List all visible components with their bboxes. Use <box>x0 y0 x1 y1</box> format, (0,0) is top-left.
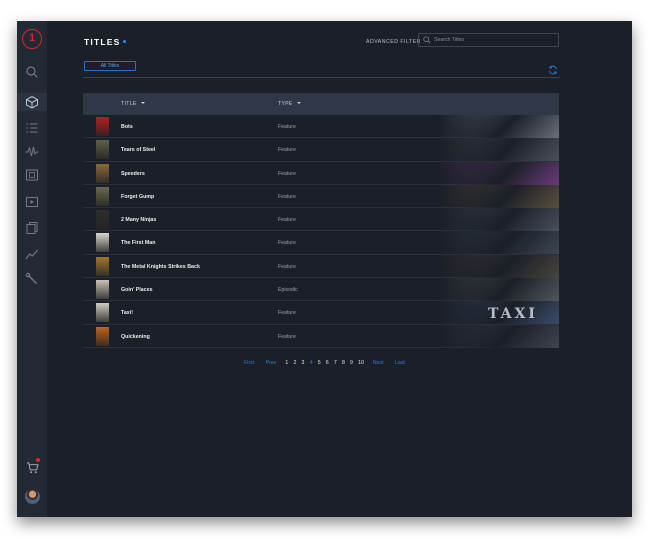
avatar[interactable] <box>25 489 40 504</box>
row-type: Feature <box>278 333 296 340</box>
titles-table: TITLE TYPE Bots Feature Tears of Steel Feat… <box>83 93 559 348</box>
cart-icon[interactable] <box>26 461 39 474</box>
table-header: TITLE TYPE <box>83 93 559 115</box>
media-box-icon[interactable] <box>25 195 39 209</box>
header-divider <box>83 77 560 78</box>
sort-caret-icon <box>296 102 301 104</box>
page-number[interactable]: 3 <box>302 360 305 366</box>
page-number[interactable]: 1 <box>285 360 288 366</box>
row-poster-thumbnail[interactable] <box>96 163 109 183</box>
row-backdrop-image <box>439 138 559 162</box>
copy-icon[interactable] <box>25 221 39 235</box>
search-input[interactable] <box>434 35 552 45</box>
row-title[interactable]: The Metal Knights Strikes Back <box>121 264 200 270</box>
row-backdrop-text: TAXI <box>488 306 538 323</box>
table-body: Bots Feature Tears of Steel Feature Speeders… <box>83 115 559 348</box>
table-row[interactable]: Quickening Feature <box>83 324 559 348</box>
table-row[interactable]: The Metal Knights Strikes Back Feature <box>83 254 559 279</box>
row-type: Feature <box>278 263 296 270</box>
list-icon[interactable] <box>25 121 39 135</box>
pagination: First Prev 1 2 3 4 5 6 7 8 9 10 Next Last <box>17 360 632 370</box>
refresh-icon[interactable] <box>548 62 558 75</box>
row-type: Feature <box>278 170 296 177</box>
sort-caret-icon <box>140 102 145 104</box>
row-title[interactable]: 2 Many Ninjas <box>121 217 156 223</box>
sidebar: 1 <box>17 21 47 517</box>
row-poster-thumbnail[interactable] <box>96 140 109 160</box>
row-backdrop-image <box>439 184 559 208</box>
wrench-icon[interactable] <box>25 272 39 286</box>
page-number[interactable]: 6 <box>326 360 329 366</box>
row-poster-thumbnail[interactable] <box>96 326 109 346</box>
search-icon <box>423 36 431 44</box>
row-type: Feature <box>278 193 296 200</box>
title-status-dot <box>123 40 127 43</box>
row-poster-thumbnail[interactable] <box>96 117 109 136</box>
row-title[interactable]: Speeders <box>121 171 145 177</box>
row-type: Feature <box>278 124 296 130</box>
advanced-filter-link[interactable]: ADVANCED FILTER <box>366 39 421 45</box>
app-window: 1 TITLES ADVANCED FILTER Search Titles A… <box>17 21 632 517</box>
page-title-text: TITLES <box>84 37 121 47</box>
line-chart-icon[interactable] <box>25 247 39 261</box>
page-number[interactable]: 5 <box>318 360 321 366</box>
page-number[interactable]: 4 <box>310 360 313 366</box>
page-first[interactable]: First <box>244 360 254 366</box>
search-box[interactable] <box>418 33 559 47</box>
row-backdrop-image <box>439 115 559 138</box>
row-backdrop-image <box>439 208 559 232</box>
page-next[interactable]: Next <box>373 360 384 366</box>
row-backdrop-image <box>439 254 559 278</box>
brand-logo[interactable]: 1 <box>22 29 42 49</box>
row-type: Feature <box>278 217 296 224</box>
table-row[interactable]: Goin' Places Episodic <box>83 278 559 302</box>
column-header-title[interactable]: TITLE <box>121 101 145 107</box>
cube-icon[interactable] <box>25 95 39 109</box>
row-title[interactable]: Tears of Steel <box>121 147 155 153</box>
film-frame-icon[interactable] <box>25 168 39 182</box>
row-title[interactable]: Goin' Places <box>121 287 153 293</box>
page-number[interactable]: 9 <box>350 360 353 366</box>
table-row[interactable]: TAXI Taxi! Feature <box>83 301 559 325</box>
row-poster-thumbnail[interactable] <box>96 256 109 276</box>
row-poster-thumbnail[interactable] <box>96 303 109 323</box>
table-row[interactable]: Bots Feature <box>83 115 559 139</box>
row-backdrop-image <box>439 231 559 255</box>
row-title[interactable]: Bots <box>121 124 133 130</box>
table-row[interactable]: The First Man Feature <box>83 231 559 255</box>
page-number[interactable]: 2 <box>293 360 296 366</box>
row-backdrop-image <box>439 278 559 302</box>
table-row[interactable]: Forget Gump Feature <box>83 184 559 209</box>
row-type: Feature <box>278 310 296 317</box>
row-poster-thumbnail[interactable] <box>96 210 109 230</box>
row-type: Episodic <box>278 287 298 294</box>
row-title[interactable]: Taxi! <box>121 310 133 316</box>
row-type: Feature <box>278 240 296 247</box>
row-backdrop-image <box>439 161 559 185</box>
row-type: Feature <box>278 147 296 154</box>
cart-badge <box>36 458 40 462</box>
page-prev[interactable]: Prev <box>266 360 277 366</box>
waveform-icon[interactable] <box>25 145 39 159</box>
row-title[interactable]: Forget Gump <box>121 194 154 200</box>
row-title[interactable]: The First Man <box>121 240 155 246</box>
page-numbers: 1 2 3 4 5 6 7 8 9 10 <box>283 360 367 366</box>
search-icon[interactable] <box>25 65 39 79</box>
row-poster-thumbnail[interactable] <box>96 280 109 300</box>
page-number[interactable]: 8 <box>342 360 345 366</box>
filter-chip-all-titles[interactable]: All Titles <box>84 61 136 71</box>
row-poster-thumbnail[interactable] <box>96 233 109 253</box>
column-header-type[interactable]: TYPE <box>278 101 301 107</box>
table-row[interactable]: Speeders Feature <box>83 161 559 185</box>
table-row[interactable]: 2 Many Ninjas Feature <box>83 208 559 232</box>
page-number[interactable]: 10 <box>358 360 364 366</box>
row-backdrop-image <box>439 324 559 348</box>
row-poster-thumbnail[interactable] <box>96 186 109 206</box>
page-last[interactable]: Last <box>395 360 405 366</box>
page-title: TITLES <box>84 37 127 47</box>
table-row[interactable]: Tears of Steel Feature <box>83 138 559 162</box>
row-title[interactable]: Quickening <box>121 334 150 340</box>
page-number[interactable]: 7 <box>334 360 337 366</box>
